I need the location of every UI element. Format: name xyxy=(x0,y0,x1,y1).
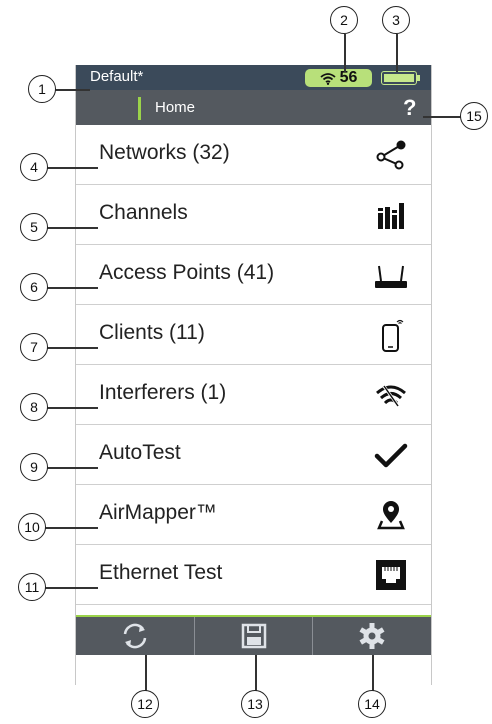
save-icon xyxy=(241,623,266,649)
map-pin-icon xyxy=(377,501,405,530)
menu-item-interferers[interactable]: Interferers (1) xyxy=(76,365,431,425)
callout-6: 6 xyxy=(20,273,48,301)
bar-chart-icon xyxy=(378,203,404,229)
menu-item-label: Channels xyxy=(99,201,188,224)
bottom-toolbar xyxy=(76,617,431,655)
leader-line xyxy=(44,527,98,529)
leader-line xyxy=(145,655,147,691)
menu-item-autotest[interactable]: AutoTest xyxy=(76,425,431,485)
callout-4: 4 xyxy=(20,153,48,181)
callout-7: 7 xyxy=(20,333,48,361)
callout-14: 14 xyxy=(358,690,386,718)
callout-5: 5 xyxy=(20,213,48,241)
callout-11: 11 xyxy=(18,573,46,601)
leader-line xyxy=(372,655,374,691)
menu-item-clients[interactable]: Clients (11) xyxy=(76,305,431,365)
profile-name[interactable]: Default* xyxy=(90,68,143,85)
leader-line xyxy=(42,467,98,469)
signal-count: 56 xyxy=(339,69,358,86)
menu-item-access-points[interactable]: Access Points (41) xyxy=(76,245,431,305)
callout-1: 1 xyxy=(28,75,56,103)
leader-line xyxy=(42,407,98,409)
leader-line xyxy=(42,227,98,229)
signal-badge[interactable]: 56 xyxy=(305,69,372,87)
nav-separator xyxy=(138,97,141,120)
callout-2: 2 xyxy=(330,6,358,34)
settings-button[interactable] xyxy=(313,617,430,655)
phone-icon xyxy=(382,319,404,352)
wifi-icon xyxy=(320,72,336,85)
menu-item-label: AutoTest xyxy=(99,441,181,464)
router-icon xyxy=(375,265,407,288)
nav-bar: Home ? xyxy=(76,90,431,125)
menu-item-label: AirMapper™ xyxy=(99,501,217,524)
callout-10: 10 xyxy=(18,513,46,541)
menu-item-label: Clients (11) xyxy=(99,321,205,344)
battery-icon xyxy=(381,71,420,85)
leader-line xyxy=(255,655,257,691)
leader-line xyxy=(396,34,398,72)
checkmark-icon xyxy=(374,443,408,468)
share-icon xyxy=(376,140,406,170)
help-button[interactable]: ? xyxy=(403,95,416,121)
refresh-icon xyxy=(123,623,146,649)
callout-15: 15 xyxy=(460,102,488,130)
ethernet-port-icon xyxy=(376,560,406,590)
menu-item-networks[interactable]: Networks (32) xyxy=(76,125,431,185)
leader-line xyxy=(423,116,462,118)
callout-8: 8 xyxy=(20,393,48,421)
interference-icon xyxy=(376,384,406,408)
leader-line xyxy=(42,347,98,349)
menu-item-label: Interferers (1) xyxy=(99,381,227,404)
refresh-button[interactable] xyxy=(76,617,193,655)
status-bar: Default* 56 xyxy=(76,65,431,90)
callout-13: 13 xyxy=(241,690,269,718)
leader-line xyxy=(344,34,346,72)
page-title: Home xyxy=(155,99,196,116)
menu-item-label: Ethernet Test xyxy=(99,561,223,584)
leader-line xyxy=(44,587,98,589)
menu-item-label: Networks (32) xyxy=(99,141,230,164)
callout-12: 12 xyxy=(131,690,159,718)
save-button[interactable] xyxy=(194,617,313,655)
gear-icon xyxy=(358,623,385,649)
leader-line xyxy=(42,167,98,169)
menu-item-ethernet-test[interactable]: Ethernet Test xyxy=(76,545,431,605)
menu-item-airmapper[interactable]: AirMapper™ xyxy=(76,485,431,545)
device-screen: Default* 56 Home ? Networks (32) Channel xyxy=(75,65,432,685)
leader-line xyxy=(42,287,98,289)
callout-9: 9 xyxy=(20,453,48,481)
menu-item-label: Access Points (41) xyxy=(99,261,275,284)
callout-3: 3 xyxy=(382,6,410,34)
menu-item-channels[interactable]: Channels xyxy=(76,185,431,245)
